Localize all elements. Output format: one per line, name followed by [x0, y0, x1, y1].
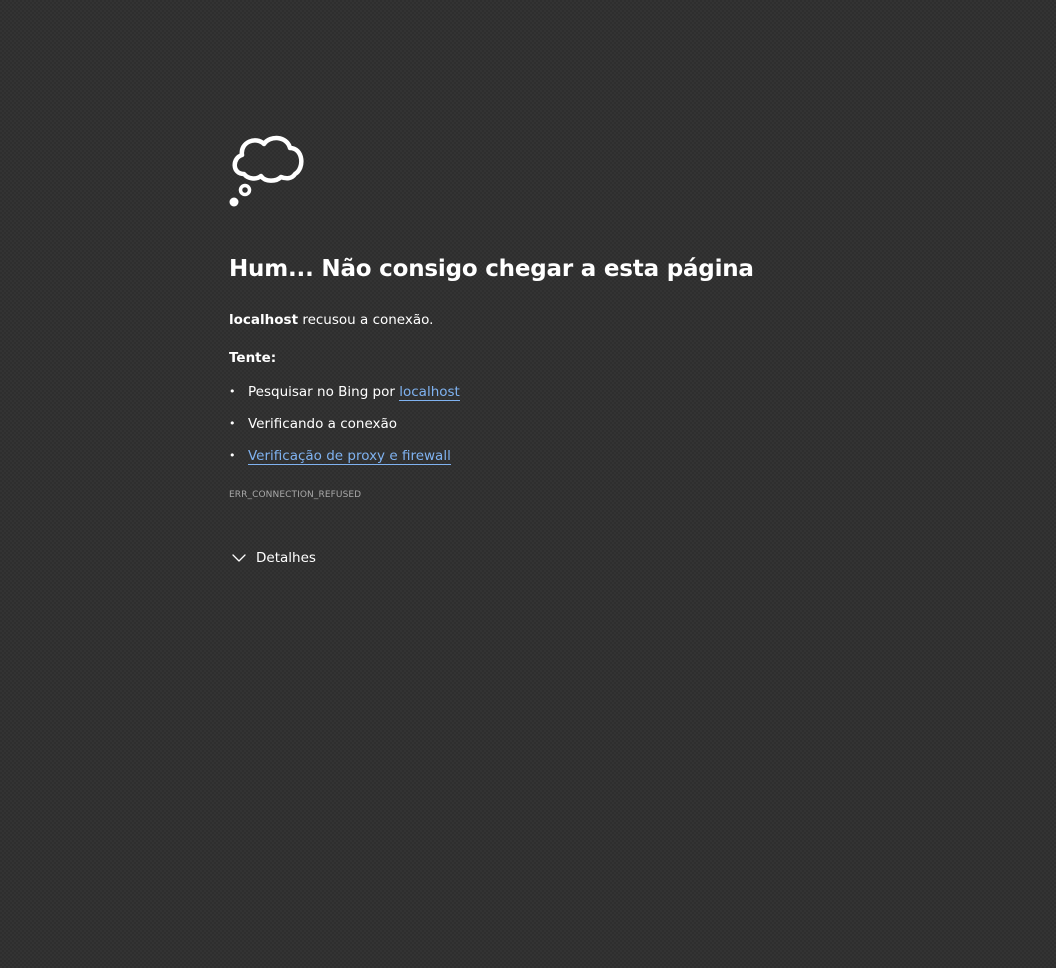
error-message: localhost recusou a conexão.	[229, 312, 433, 328]
error-message-text: recusou a conexão.	[298, 312, 434, 328]
try-heading: Tente:	[229, 350, 277, 366]
search-localhost-link[interactable]: localhost	[399, 384, 460, 401]
suggestion-search-bing: Pesquisar no Bing por localhost	[229, 382, 460, 414]
chevron-down-icon	[232, 554, 246, 562]
error-code: ERR_CONNECTION_REFUSED	[229, 490, 362, 500]
error-page: Hum... Não consigo chegar a esta página …	[0, 0, 1056, 968]
host-name: localhost	[229, 312, 299, 328]
page-title: Hum... Não consigo chegar a esta página	[229, 256, 754, 282]
error-content: Hum... Não consigo chegar a esta página …	[229, 132, 829, 566]
details-label: Detalhes	[256, 550, 316, 566]
thought-cloud-icon	[229, 135, 304, 207]
suggestion-text: Pesquisar no Bing por	[248, 384, 400, 400]
suggestion-check-connection: Verificando a conexão	[229, 414, 460, 446]
suggestions-list: Pesquisar no Bing por localhost Verifica…	[229, 382, 460, 478]
suggestion-text: Verificando a conexão	[248, 416, 398, 432]
proxy-firewall-link[interactable]: Verificação de proxy e firewall	[248, 448, 451, 465]
suggestion-proxy-firewall: Verificação de proxy e firewall	[229, 446, 460, 478]
details-button[interactable]: Detalhes	[232, 550, 316, 566]
